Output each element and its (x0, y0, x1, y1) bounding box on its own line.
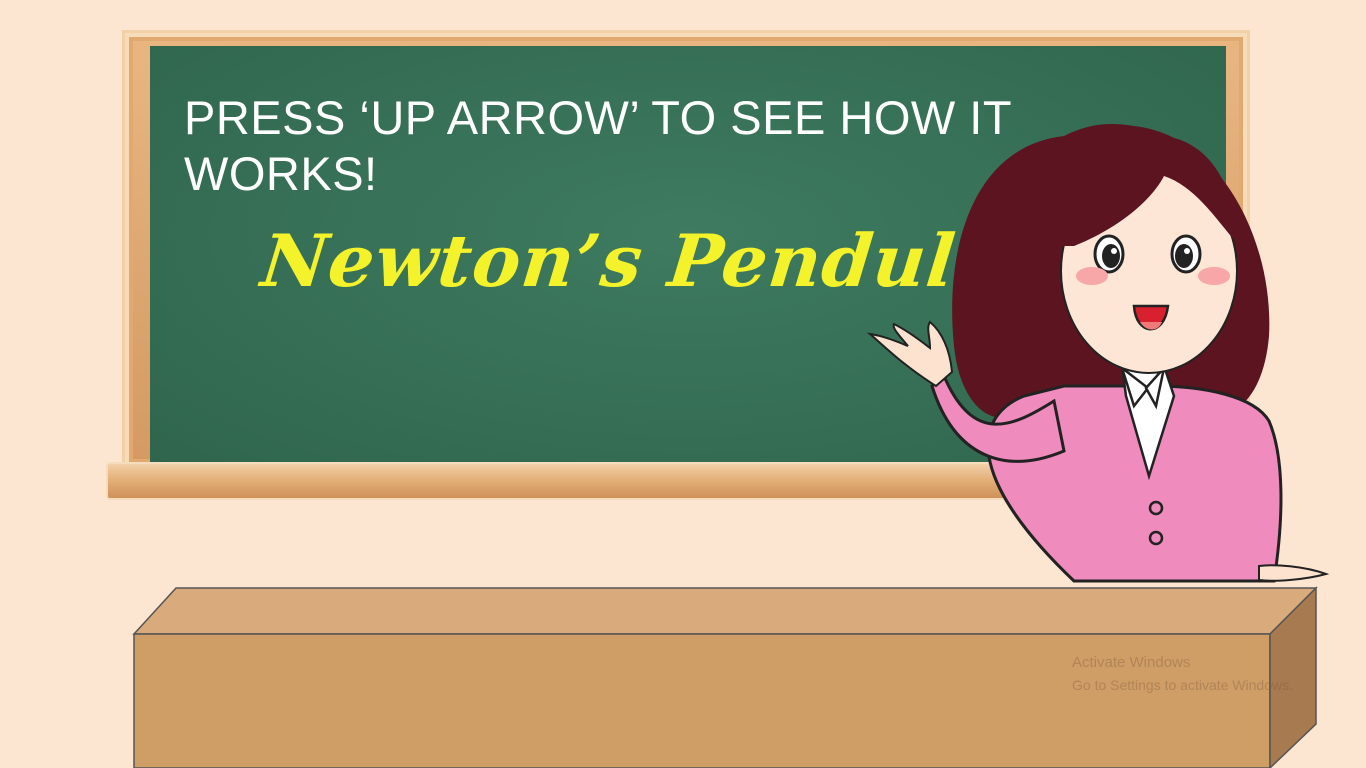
watermark-line-1: Activate Windows (1072, 654, 1191, 671)
watermark-line-2: Go to Settings to activate Windows. (1072, 677, 1293, 693)
desk-top (132, 587, 1318, 635)
activation-watermark: Activate Windows Go to Settings to activ… (1072, 652, 1352, 696)
teacher-hand-desk (1258, 564, 1330, 582)
teacher-illustration (866, 124, 1330, 583)
teacher-hand (866, 320, 954, 388)
